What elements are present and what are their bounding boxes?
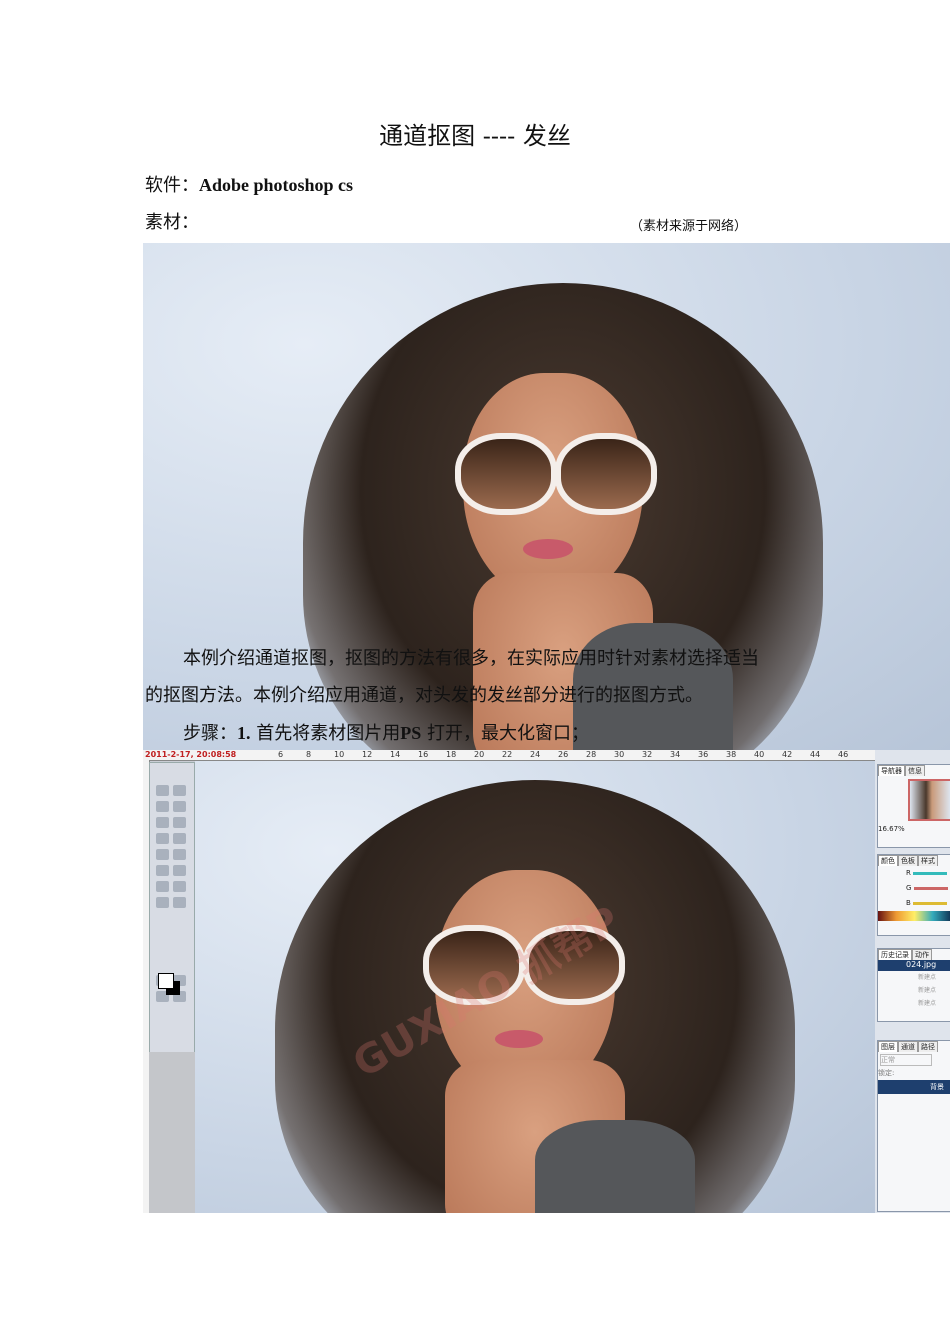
- document-page: 通道抠图 ---- 发丝 软件：Adobe photoshop cs 素材： （…: [0, 0, 950, 1344]
- history-snapshot[interactable]: 024.jpg: [878, 960, 950, 971]
- history-panel: 历史记录 动作 024.jpg 新建点 新建点 新建点: [877, 948, 950, 1022]
- step-1: 步骤：1. 首先将素材图片用PS 打开，最大化窗口；: [183, 719, 589, 745]
- ruler-tick: 30: [614, 750, 625, 759]
- tool-button[interactable]: [173, 865, 186, 876]
- tool-button[interactable]: [173, 849, 186, 860]
- source-note: （素材来源于网络）: [630, 219, 748, 234]
- ruler-tick: 14: [390, 750, 401, 759]
- ruler-tick: 38: [726, 750, 737, 759]
- tool-button[interactable]: [156, 817, 169, 828]
- color-ramp[interactable]: [878, 911, 950, 921]
- tool-button[interactable]: [173, 817, 186, 828]
- ruler-tick: 40: [754, 750, 765, 759]
- ruler-top: 2011-2-17, 20:08:58 6 8 10 12 14 16 18 20 22 24 26…: [143, 750, 875, 761]
- tab-actions[interactable]: 动作: [912, 949, 932, 960]
- ruler-tick: 28: [586, 750, 597, 759]
- layers-panel: 图层 通道 路径 正常 锁定: 背景: [877, 1040, 950, 1212]
- panels-dock: 导航器 信息 16.67% 颜色 色板 样式 R G B 历史记录 动作 024.jpg…: [875, 750, 950, 1213]
- tab-styles[interactable]: 样式: [918, 855, 938, 866]
- lock-label: 锁定:: [878, 1069, 895, 1077]
- ruler-tick: 32: [642, 750, 653, 759]
- tab-navigator[interactable]: 导航器: [878, 765, 905, 776]
- navigator-thumbnail[interactable]: [908, 779, 950, 821]
- slider-r[interactable]: R: [906, 866, 950, 881]
- zoom-level[interactable]: 16.67%: [878, 825, 950, 833]
- ruler-tick: 34: [670, 750, 681, 759]
- slider-b[interactable]: B: [906, 896, 950, 911]
- tool-button[interactable]: [156, 881, 169, 892]
- step-label: 步骤：: [183, 723, 237, 744]
- tab-layers[interactable]: 图层: [878, 1041, 898, 1052]
- ruler-tick: 24: [530, 750, 541, 759]
- software-label: 软件：: [145, 175, 199, 196]
- page-title: 通道抠图 ---- 发丝: [379, 122, 571, 150]
- tool-button[interactable]: [156, 897, 169, 908]
- ruler-tick: 18: [446, 750, 457, 759]
- blend-mode-select[interactable]: 正常: [880, 1054, 932, 1066]
- toolbox-background: [149, 1052, 195, 1213]
- tab-swatches[interactable]: 色板: [898, 855, 918, 866]
- ruler-tick: 6: [278, 750, 284, 759]
- ruler-tick: 42: [782, 750, 793, 759]
- layer-background[interactable]: 背景: [878, 1080, 950, 1094]
- ruler-tick: 46: [838, 750, 849, 759]
- material-label: 素材：: [145, 212, 199, 233]
- tab-history[interactable]: 历史记录: [878, 949, 912, 960]
- tool-button[interactable]: [173, 897, 186, 908]
- tool-button[interactable]: [173, 881, 186, 892]
- tool-button[interactable]: [173, 801, 186, 812]
- step-text-a: 首先将素材图片用: [256, 723, 401, 744]
- toolbox: [149, 762, 195, 1054]
- photoshop-screenshot: GUXIAO 抓帮P 2011-2-17, 20:08:58 6 8 10 12 14 1…: [143, 750, 950, 1213]
- channel-label-g: G: [906, 884, 912, 892]
- software-line: 软件：Adobe photoshop cs: [145, 171, 353, 197]
- tool-button[interactable]: [156, 865, 169, 876]
- history-item[interactable]: 新建点: [918, 984, 950, 997]
- history-item[interactable]: 新建点: [918, 971, 950, 984]
- tab-channels[interactable]: 通道: [898, 1041, 918, 1052]
- ruler-tick: 26: [558, 750, 569, 759]
- ruler-tick: 16: [418, 750, 429, 759]
- tool-button[interactable]: [156, 833, 169, 844]
- history-item[interactable]: 新建点: [918, 997, 950, 1010]
- ruler-tick: 36: [698, 750, 709, 759]
- ruler-tick: 20: [474, 750, 485, 759]
- intro-line-2: 的抠图方法。本例介绍应用通道，对头发的发丝部分进行的抠图方式。: [145, 685, 703, 706]
- step-ps: PS: [400, 723, 422, 743]
- canvas-photo: GUXIAO 抓帮P: [195, 760, 875, 1213]
- tool-button[interactable]: [156, 849, 169, 860]
- slider-g[interactable]: G: [906, 881, 950, 896]
- source-photo: [143, 243, 950, 750]
- channel-label-b: B: [906, 899, 911, 907]
- software-value: Adobe photoshop cs: [199, 175, 354, 195]
- intro-line-1: 本例介绍通道抠图，抠图的方法有很多，在实际应用时针对素材选择适当: [183, 648, 759, 669]
- tab-color[interactable]: 颜色: [878, 855, 898, 866]
- ruler-tick: 22: [502, 750, 513, 759]
- ruler-tick: 10: [334, 750, 345, 759]
- tool-button[interactable]: [156, 801, 169, 812]
- timestamp: 2011-2-17, 20:08:58: [145, 750, 237, 759]
- tool-button[interactable]: [173, 785, 186, 796]
- channel-label-r: R: [906, 869, 911, 877]
- ruler-tick: 8: [306, 750, 312, 759]
- color-panel: 颜色 色板 样式 R G B: [877, 854, 950, 936]
- step-number: 1.: [237, 723, 251, 743]
- tool-button[interactable]: [156, 785, 169, 796]
- tab-info[interactable]: 信息: [905, 765, 925, 776]
- foreground-color-swatch[interactable]: [158, 973, 174, 989]
- tab-paths[interactable]: 路径: [918, 1041, 938, 1052]
- navigator-panel: 导航器 信息 16.67%: [877, 764, 950, 848]
- tool-button[interactable]: [173, 833, 186, 844]
- step-text-b: 打开，最大化窗口；: [426, 723, 589, 744]
- ruler-tick: 12: [362, 750, 373, 759]
- ruler-tick: 44: [810, 750, 821, 759]
